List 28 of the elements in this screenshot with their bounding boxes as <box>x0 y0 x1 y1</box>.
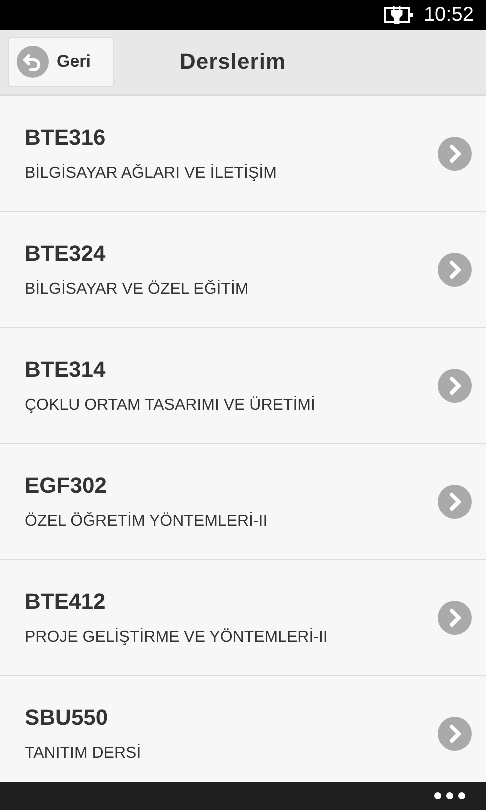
course-code: BTE412 <box>25 588 107 614</box>
back-button[interactable]: Geri <box>8 37 114 87</box>
course-name: TANITIM DERSİ <box>25 744 142 762</box>
chevron-right-icon <box>438 484 472 518</box>
battery-charging-icon <box>384 6 414 24</box>
course-name: BİLGİSAYAR VE ÖZEL EĞİTİM <box>25 280 250 298</box>
course-code: BTE314 <box>25 356 107 382</box>
course-name: BİLGİSAYAR AĞLARI VE İLETİŞİM <box>25 164 278 182</box>
course-item[interactable]: BTE316 BİLGİSAYAR AĞLARI VE İLETİŞİM <box>0 96 486 212</box>
chevron-right-icon <box>438 136 472 170</box>
course-item[interactable]: EGF302 ÖZEL ÖĞRETİM YÖNTEMLERİ-II <box>0 444 486 560</box>
course-code: EGF302 <box>25 472 108 498</box>
course-code: SBU550 <box>25 704 110 730</box>
course-code: BTE324 <box>25 240 107 266</box>
course-name: ÇOKLU ORTAM TASARIMI VE ÜRETİMİ <box>25 396 316 414</box>
course-name: PROJE GELİŞTİRME VE YÖNTEMLERİ-II <box>25 628 329 646</box>
chevron-right-icon <box>438 368 472 402</box>
course-item[interactable]: BTE314 ÇOKLU ORTAM TASARIMI VE ÜRETİMİ <box>0 328 486 444</box>
chevron-right-icon <box>438 716 472 750</box>
course-item[interactable]: BTE412 PROJE GELİŞTİRME VE YÖNTEMLERİ-II <box>0 560 486 676</box>
chevron-right-icon <box>438 252 472 286</box>
course-code: BTE316 <box>25 124 107 150</box>
more-icon[interactable] <box>434 792 466 800</box>
page-title: Derslerim <box>180 49 286 75</box>
chevron-right-icon <box>438 600 472 634</box>
course-name: ÖZEL ÖĞRETİM YÖNTEMLERİ-II <box>25 512 269 530</box>
course-item[interactable]: BTE324 BİLGİSAYAR VE ÖZEL EĞİTİM <box>0 212 486 328</box>
status-time: 10:52 <box>424 4 474 26</box>
